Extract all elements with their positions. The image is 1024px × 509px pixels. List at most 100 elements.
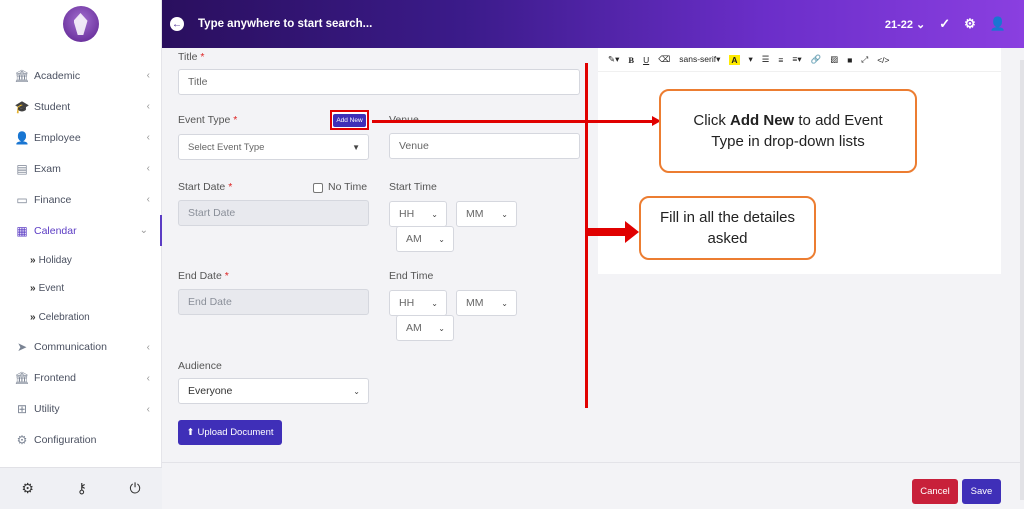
link-icon[interactable]: 🔗	[811, 54, 822, 65]
end-time-label: End Time	[389, 270, 434, 282]
start-hour-select[interactable]: HH ⌄	[389, 201, 447, 227]
chevron-down-icon: ⌄	[139, 225, 148, 236]
user-icon[interactable]: 👤	[990, 16, 1006, 32]
annotation-arrow-line	[372, 120, 654, 123]
annotation-fat-arrow	[587, 228, 627, 236]
start-ampm-select[interactable]: AM ⌄	[396, 226, 454, 252]
title-label: Title *	[178, 51, 205, 63]
start-time-label: Start Time	[389, 181, 437, 193]
sidebar-item-label: Frontend	[34, 372, 77, 384]
power-icon[interactable]: ⏻	[130, 480, 141, 497]
no-time-label: No Time	[328, 181, 368, 193]
code-view-icon[interactable]: </>	[877, 55, 889, 65]
end-date-input[interactable]: End Date	[178, 289, 369, 315]
add-new-button[interactable]: Add New	[330, 110, 369, 130]
sidebar-subitem-label: Celebration	[38, 311, 90, 323]
upload-document-button[interactable]: ⬆ Upload Document	[178, 420, 282, 445]
sidebar-item-label: Exam	[34, 162, 61, 175]
chevron-left-icon: ‹	[146, 403, 150, 415]
cancel-button[interactable]: Cancel	[912, 479, 958, 504]
sidebar-subitem-label: Event	[38, 283, 65, 295]
chevron-left-icon: ‹	[146, 101, 150, 112]
chevron-down-icon: ⌄	[431, 298, 438, 308]
sidebar-item-exam[interactable]: ▤ Exam ‹	[0, 153, 162, 184]
end-ampm-select[interactable]: AM ⌄	[396, 315, 454, 341]
audience-select[interactable]: Everyone ⌄	[178, 378, 369, 404]
image-icon[interactable]: ▨	[830, 54, 838, 65]
check-circle-icon[interactable]: ✓	[939, 16, 950, 32]
unordered-list-icon[interactable]: ☰	[762, 54, 770, 65]
sidebar-item-configuration[interactable]: ⚙ Configuration	[0, 425, 162, 456]
chevron-left-icon: ‹	[146, 132, 150, 143]
sidebar-item-label: Communication	[34, 341, 107, 353]
eraser-icon[interactable]: ⌫	[658, 54, 670, 65]
double-chevron-icon: »	[30, 254, 36, 266]
sidebar-subitem-label: Holiday	[38, 254, 72, 266]
chevron-left-icon: ‹	[146, 70, 150, 81]
save-button[interactable]: Save	[962, 479, 1001, 504]
fullscreen-icon[interactable]: ⤢	[861, 54, 868, 65]
color-dropdown-icon[interactable]: ▾	[749, 54, 753, 65]
cogs-icon: ⚙	[16, 433, 28, 447]
sidebar-item-label: Calendar	[34, 224, 77, 237]
end-minute-select[interactable]: MM ⌄	[456, 290, 517, 316]
bold-button[interactable]: B	[628, 55, 634, 65]
sidebar-item-frontend[interactable]: 🏛 Frontend ‹	[0, 363, 162, 394]
chevron-down-icon: ⌄	[438, 323, 445, 333]
sitemap-icon: ⊞	[16, 402, 28, 416]
back-arrow-icon[interactable]: ←	[170, 17, 184, 31]
session-selector[interactable]: 21-22 ⌄	[885, 18, 925, 31]
scrollbar[interactable]	[1020, 60, 1024, 500]
title-input[interactable]: Title	[178, 69, 580, 95]
money-icon: ▭	[16, 192, 28, 207]
video-icon[interactable]: ■	[847, 55, 852, 65]
editor-toolbar: ✎▾ B U ⌫ sans-serif▾ A ▾ ☰ ≡ ≡▾ 🔗 ▨ ■ ⤢ …	[598, 48, 1001, 72]
sidebar-item-label: Utility	[34, 403, 60, 415]
venue-input[interactable]: Venue	[389, 133, 580, 159]
cogs-icon[interactable]: ⚙	[964, 16, 976, 32]
settings-icon[interactable]: ⚙	[21, 480, 34, 497]
app-logo[interactable]	[62, 6, 99, 42]
sidebar-subitem-celebration[interactable]: » Celebration	[0, 303, 162, 332]
audience-label: Audience	[178, 360, 222, 372]
sidebar-item-employee[interactable]: 👤 Employee ‹	[0, 122, 162, 153]
building-icon: 🏛	[14, 68, 30, 83]
sidebar: 🏛 Academic ‹ 🎓 Student ‹ 👤 Employee ‹ ▤ …	[0, 0, 162, 509]
double-chevron-icon: »	[30, 283, 36, 295]
chevron-left-icon: ‹	[146, 372, 150, 384]
start-date-input[interactable]: Start Date	[178, 200, 369, 226]
start-minute-select[interactable]: MM ⌄	[456, 201, 517, 227]
sidebar-item-academic[interactable]: 🏛 Academic ‹	[0, 60, 162, 91]
top-bar: ← Type anywhere to start search... 21-22…	[162, 0, 1024, 48]
underline-button[interactable]: U	[643, 55, 649, 65]
font-name-select[interactable]: sans-serif▾	[679, 54, 720, 65]
sidebar-item-calendar[interactable]: ▦ Calendar ⌄	[0, 215, 162, 246]
sidebar-item-communication[interactable]: ➤ Communication ‹	[0, 332, 162, 363]
footer-divider	[162, 462, 1024, 463]
chevron-down-icon: ⌄	[501, 298, 508, 308]
sidebar-item-finance[interactable]: ▭ Finance ‹	[0, 184, 162, 215]
event-type-label: Event Type *	[178, 114, 238, 126]
sidebar-item-label: Configuration	[34, 434, 97, 446]
file-icon: ▤	[16, 161, 28, 176]
event-type-select[interactable]: Select Event Type ▼	[178, 134, 369, 160]
annotation-fat-arrow-head	[625, 221, 639, 243]
chevron-down-icon: ⌄	[501, 209, 508, 219]
magic-wand-icon[interactable]: ✎▾	[608, 54, 619, 65]
sidebar-subitem-event[interactable]: » Event	[0, 275, 162, 304]
sidebar-item-label: Student	[34, 100, 71, 113]
font-color-icon[interactable]: A	[729, 54, 740, 65]
user-tie-icon: 👤	[14, 130, 30, 145]
end-hour-select[interactable]: HH ⌄	[389, 290, 447, 316]
sidebar-item-label: Employee	[34, 131, 81, 144]
global-search[interactable]: Type anywhere to start search...	[198, 18, 372, 30]
no-time-checkbox[interactable]	[313, 183, 323, 193]
sidebar-item-utility[interactable]: ⊞ Utility ‹	[0, 394, 162, 425]
chevron-down-icon: ⌄	[353, 386, 360, 396]
sidebar-item-label: Academic	[34, 69, 81, 82]
ordered-list-icon[interactable]: ≡	[778, 55, 783, 65]
key-icon[interactable]: ⚷	[77, 480, 87, 497]
sidebar-subitem-holiday[interactable]: » Holiday	[0, 246, 162, 275]
paragraph-align-icon[interactable]: ≡▾	[792, 54, 801, 65]
sidebar-item-student[interactable]: 🎓 Student ‹	[0, 91, 162, 122]
